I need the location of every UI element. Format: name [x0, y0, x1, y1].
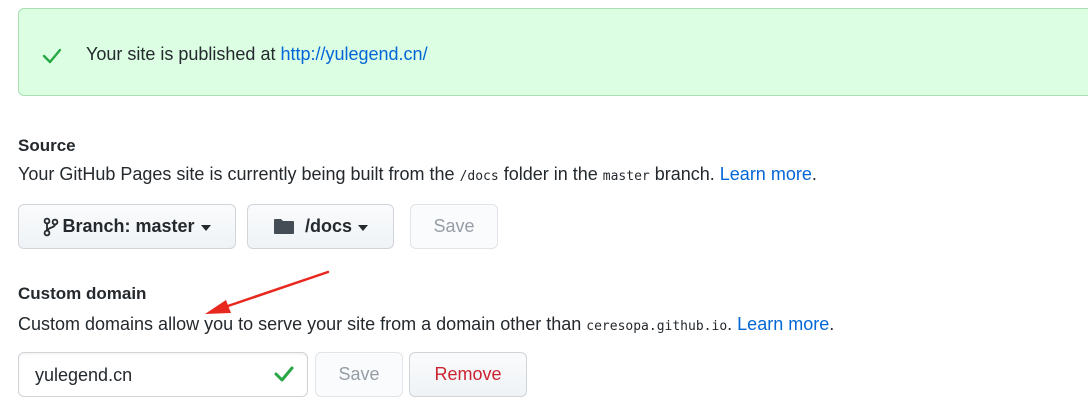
custom-domain-code: ceresopa.github.io	[586, 319, 728, 334]
custom-domain-input[interactable]: yulegend.cn	[18, 352, 308, 397]
chevron-down-icon	[200, 224, 211, 231]
source-desc-part-2: folder in the	[498, 164, 603, 184]
published-text: Your site is published at	[86, 44, 281, 64]
git-branch-icon	[44, 217, 59, 236]
source-learn-more-link[interactable]: Learn more	[720, 164, 812, 184]
github-pages-settings: Your site is published at http://yulegen…	[0, 0, 1088, 414]
branch-select-button[interactable]: Branch: master	[18, 204, 236, 249]
annotation-arrow-icon	[205, 270, 330, 314]
chevron-down-icon	[358, 224, 368, 231]
source-folder-code: /docs	[459, 169, 499, 184]
source-heading: Source	[18, 136, 76, 155]
source-desc-part-3: branch.	[649, 164, 720, 184]
source-save-button[interactable]: Save	[410, 204, 498, 249]
branch-select-label: Branch: master	[62, 216, 195, 236]
remove-domain-button[interactable]: Remove	[409, 352, 527, 397]
custom-domain-period: .	[829, 314, 835, 334]
source-description: Your GitHub Pages site is currently bein…	[18, 161, 817, 190]
check-icon	[42, 48, 62, 64]
check-icon	[274, 366, 294, 382]
source-branch-code: master	[602, 169, 650, 184]
published-flash-banner: Your site is published at http://yulegen…	[18, 8, 1088, 96]
source-period: .	[811, 164, 817, 184]
custom-domain-learn-more-link[interactable]: Learn more	[737, 314, 829, 334]
custom-domain-heading: Custom domain	[18, 284, 147, 303]
custom-domain-input-value[interactable]: yulegend.cn	[35, 362, 132, 388]
published-site-link[interactable]: http://yulegend.cn/	[280, 44, 427, 64]
source-desc-part-1: Your GitHub Pages site is currently bein…	[18, 164, 460, 184]
published-message: Your site is published at http://yulegen…	[86, 41, 428, 67]
custom-domain-save-button[interactable]: Save	[315, 352, 403, 397]
folder-select-button[interactable]: /docs	[247, 204, 394, 249]
custom-domain-description: Custom domains allow you to serve your s…	[18, 311, 834, 340]
folder-icon	[273, 219, 294, 234]
folder-select-label: /docs	[304, 216, 352, 236]
custom-domain-desc-part-2: .	[727, 314, 738, 334]
